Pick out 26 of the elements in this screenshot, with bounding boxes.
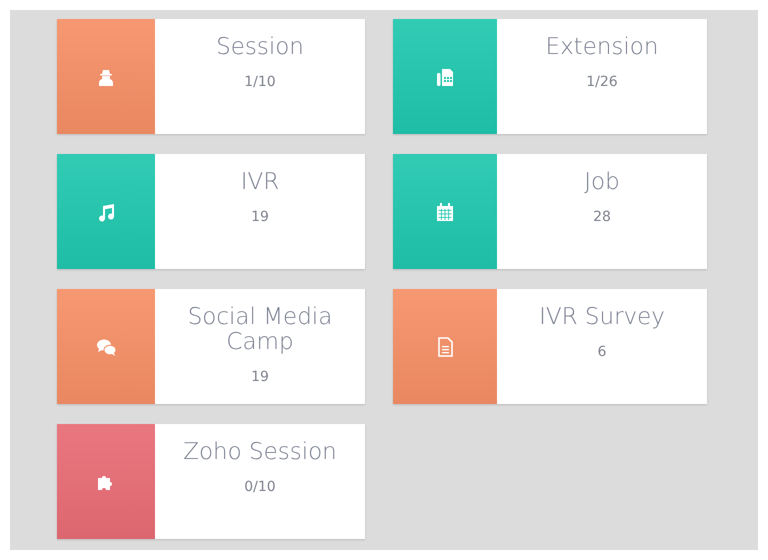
tile-count: 0/10: [244, 479, 276, 495]
calendar-icon: [435, 202, 455, 222]
tile-title: IVR: [240, 170, 280, 195]
tile-count: 19: [251, 369, 269, 385]
tile-card[interactable]: Zoho Session 0/10: [57, 424, 365, 539]
chat-bubbles-icon: [96, 336, 116, 356]
tile-card[interactable]: Extension 1/26: [393, 19, 707, 134]
tile-card[interactable]: IVR 19: [57, 154, 365, 269]
tile-card[interactable]: Job 28: [393, 154, 707, 269]
tile-title: Social Media Camp: [186, 305, 334, 355]
tile-title: Zoho Session: [183, 440, 337, 465]
tile-title: Job: [584, 170, 620, 195]
tile-count: 19: [251, 209, 269, 225]
tile-title: Session: [216, 35, 304, 60]
document-icon: [435, 336, 455, 356]
tile-count: 28: [593, 209, 611, 225]
tile-count: 1/26: [586, 74, 618, 90]
tile-title: Extension: [546, 35, 658, 60]
fax-icon: [435, 66, 455, 86]
tile-title: IVR Survey: [539, 305, 665, 330]
music-note-icon: [96, 202, 116, 222]
tile-count: 1/10: [244, 74, 276, 90]
tile-card[interactable]: Session 1/10: [57, 19, 365, 134]
tile-count: 6: [598, 344, 606, 360]
tile-card[interactable]: Social Media Camp 19: [57, 289, 365, 404]
tile-card[interactable]: IVR Survey 6: [393, 289, 707, 404]
